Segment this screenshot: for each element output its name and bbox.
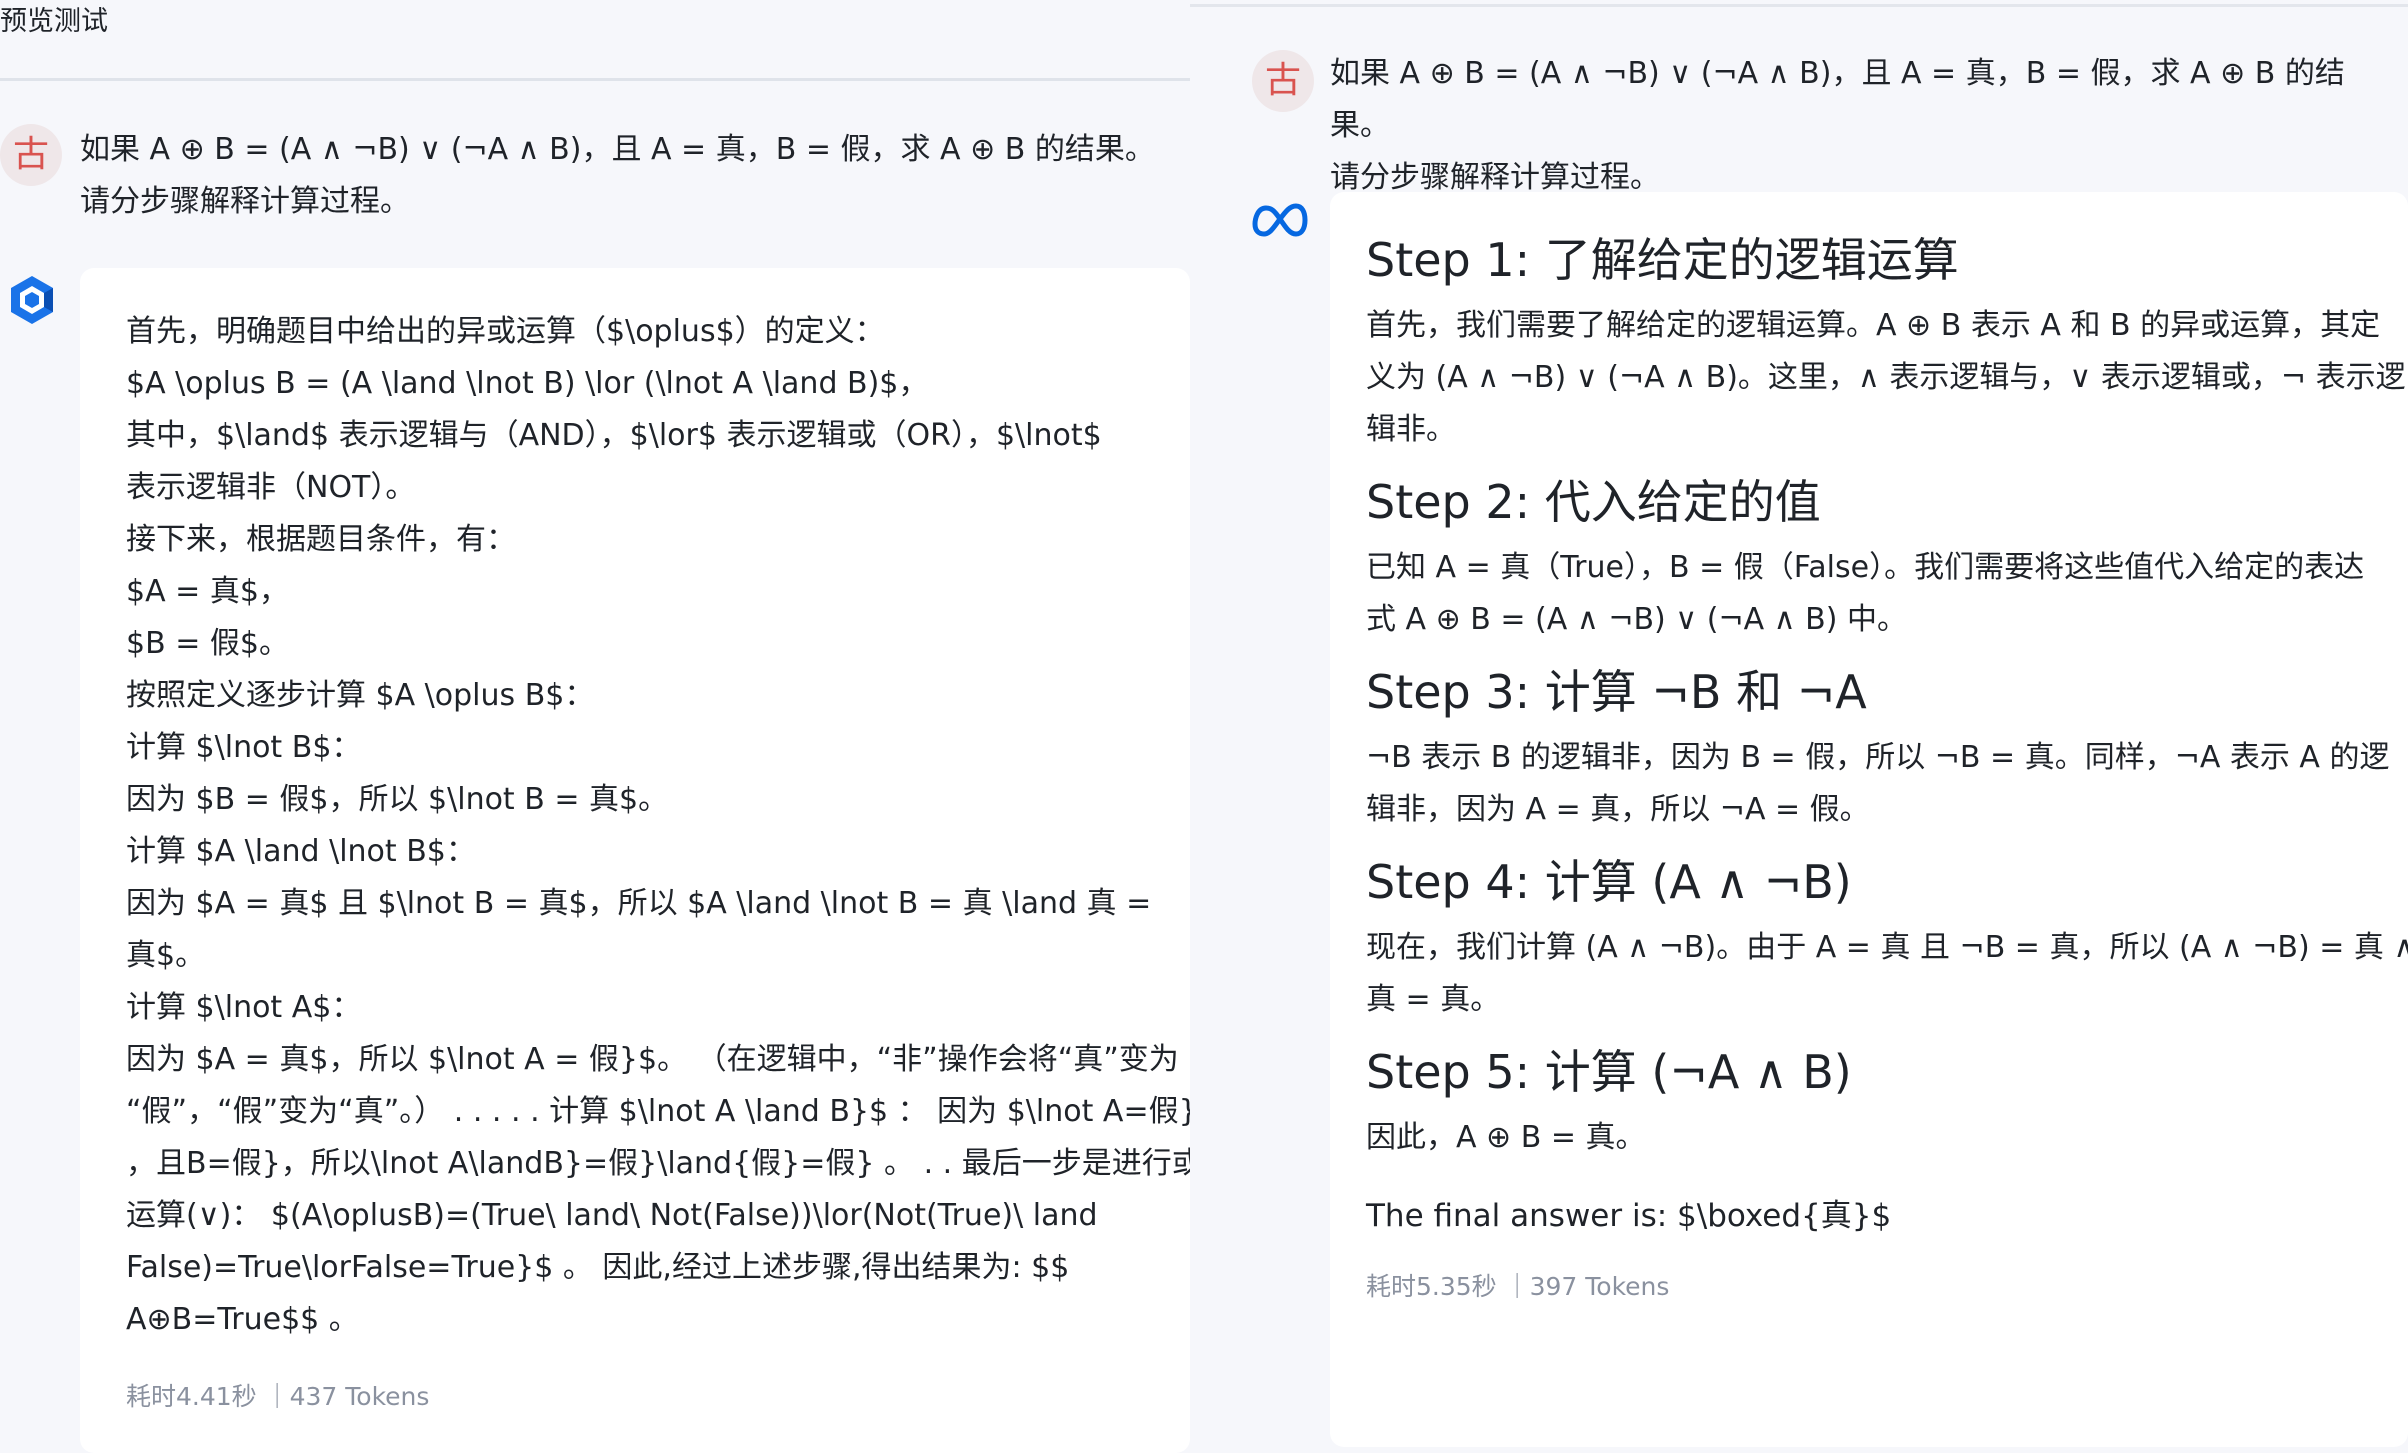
answer-line: $B = 假$。 — [126, 626, 289, 661]
answer-line: 按照定义逐步计算 $A \oplus B$： — [126, 678, 595, 713]
right-chat-panel: 古 如果 A ⊕ B = (A ∧ ¬B) ∨ (¬A ∧ B)，且 A = 真… — [1190, 0, 2408, 1453]
step-line: 首先，我们需要了解给定的逻辑运算。A ⊕ B 表示 A 和 B 的异或运算，其定 — [1366, 308, 2381, 343]
answer-line: 因为 $A = 真$，所以 $\lnot A = 假}$。 （在逻辑中，“非”操… — [126, 1042, 1179, 1077]
step-line: 式 A ⊕ B = (A ∧ ¬B) ∨ (¬A ∧ B) 中。 — [1366, 602, 1907, 637]
step-body: 首先，我们需要了解给定的逻辑运算。A ⊕ B 表示 A 和 B 的异或运算，其定… — [1366, 300, 2408, 456]
answer-line: $A \oplus B = (A \land \lnot B) \lor (\l… — [126, 366, 929, 401]
answer-line: 接下来，根据题目条件，有： — [126, 522, 516, 557]
user-message: 如果 A ⊕ B = (A ∧ ¬B) ∨ (¬A ∧ B)，且 A = 真，B… — [1330, 56, 2345, 195]
step-body: 已知 A = 真（True），B = 假（False）。我们需要将这些值代入给定… — [1366, 542, 2408, 646]
step-heading: Step 3: 计算 ¬B 和 ¬A — [1366, 665, 1867, 719]
answer-line: 其中，$\land$ 表示逻辑与（AND），$\lor$ 表示逻辑或（OR），$… — [126, 418, 1102, 453]
divider — [0, 78, 1190, 81]
user-avatar: 古 — [0, 124, 62, 186]
step-line: ¬B 表示 B 的逻辑非，因为 B = 假，所以 ¬B = 真。同样，¬A 表示… — [1366, 740, 2390, 775]
step-line: 辑非，因为 A = 真，所以 ¬A = 假。 — [1366, 792, 1870, 827]
answer-line: 首先，明确题目中给出的异或运算（$\oplus$）的定义： — [126, 314, 885, 349]
answer-line: 真$。 — [126, 938, 206, 973]
divider — [1190, 4, 2408, 7]
answer-line: 运算(∨)： $(A\oplusB)=(True\ land\ Not(Fals… — [126, 1198, 1098, 1233]
answer-line: 因为 $B = 假$，所以 $\lnot B = 真$。 — [126, 782, 669, 817]
cube-logo-icon — [11, 276, 53, 324]
page-title: 预览测试 — [0, 6, 108, 37]
step-line: 已知 A = 真（True），B = 假（False）。我们需要将这些值代入给定… — [1366, 550, 2365, 585]
step-line: 现在，我们计算 (A ∧ ¬B)。由于 A = 真 且 ¬B = 真，所以 (A… — [1366, 930, 2408, 965]
step-line: 真 = 真。 — [1366, 982, 1501, 1017]
answer-line: 计算 $\lnot A$： — [126, 990, 362, 1025]
meta-infinity-logo-icon — [1252, 203, 1308, 237]
model-answer-card: Step 1: 了解给定的逻辑运算首先，我们需要了解给定的逻辑运算。A ⊕ B … — [1330, 192, 2408, 1447]
answer-line: ，且B=假}，所以\lnot A\landB}=假}\land{假}=假} 。 … — [126, 1146, 1202, 1181]
answer-line: 表示逻辑非（NOT）。 — [126, 470, 416, 505]
answer-line: $A = 真$， — [126, 574, 289, 609]
comparison-view: 预览测试 古 如果 A ⊕ B = (A ∧ ¬B) ∨ (¬A ∧ B)，且 … — [0, 0, 2408, 1453]
step-heading: Step 1: 了解给定的逻辑运算 — [1366, 233, 1959, 287]
step-heading: Step 2: 代入给定的值 — [1366, 475, 1821, 529]
answer-line: “假”，“假”变为“真”。） . . . . . 计算 $\lnot A \la… — [126, 1094, 1198, 1129]
step-line: 因此，A ⊕ B = 真。 — [1366, 1120, 1646, 1155]
answer-line: 计算 $\lnot B$： — [126, 730, 362, 765]
answer-text: 首先，明确题目中给出的异或运算（$\oplus$）的定义： $A \oplus B… — [126, 306, 1202, 1346]
answer-steps: Step 1: 了解给定的逻辑运算首先，我们需要了解给定的逻辑运算。A ⊕ B … — [1366, 214, 2408, 1304]
answer-line: 因为 $A = 真$ 且 $\lnot B = 真$，所以 $A \land \… — [126, 886, 1152, 921]
answer-line: False)=True\lorFalse=True}$ 。 因此,经过上述步骤,… — [126, 1250, 1070, 1285]
user-avatar: 古 — [1252, 50, 1314, 112]
user-message: 如果 A ⊕ B = (A ∧ ¬B) ∨ (¬A ∧ B)，且 A = 真，B… — [80, 132, 1155, 219]
step-body: 现在，我们计算 (A ∧ ¬B)。由于 A = 真 且 ¬B = 真，所以 (A… — [1366, 922, 2408, 1026]
step-line: 义为 (A ∧ ¬B) ∨ (¬A ∧ B)。这里，∧ 表示逻辑与，∨ 表示逻辑… — [1366, 360, 2406, 395]
step-heading: Step 4: 计算 (A ∧ ¬B) — [1366, 855, 1852, 909]
response-meta: 耗时5.35秒 ｜397 Tokens — [1366, 1272, 1670, 1301]
step-heading: Step 5: 计算 (¬A ∧ B) — [1366, 1045, 1852, 1099]
left-chat-panel: 预览测试 古 如果 A ⊕ B = (A ∧ ¬B) ∨ (¬A ∧ B)，且 … — [0, 0, 1202, 1453]
answer-line: A⊕B=True$$ 。 — [126, 1302, 359, 1337]
response-meta: 耗时4.41秒 ｜437 Tokens — [126, 1382, 430, 1411]
answer-line: 计算 $A \land \lnot B$： — [126, 834, 476, 869]
step-body: ¬B 表示 B 的逻辑非，因为 B = 假，所以 ¬B = 真。同样，¬A 表示… — [1366, 732, 2408, 836]
final-answer: The final answer is: $\boxed{真}$ — [1366, 1198, 1892, 1234]
step-line: 辑非。 — [1366, 412, 1456, 447]
step-body: 因此，A ⊕ B = 真。 — [1366, 1112, 2408, 1164]
model-answer-card: 首先，明确题目中给出的异或运算（$\oplus$）的定义： $A \oplus B… — [80, 268, 1202, 1453]
